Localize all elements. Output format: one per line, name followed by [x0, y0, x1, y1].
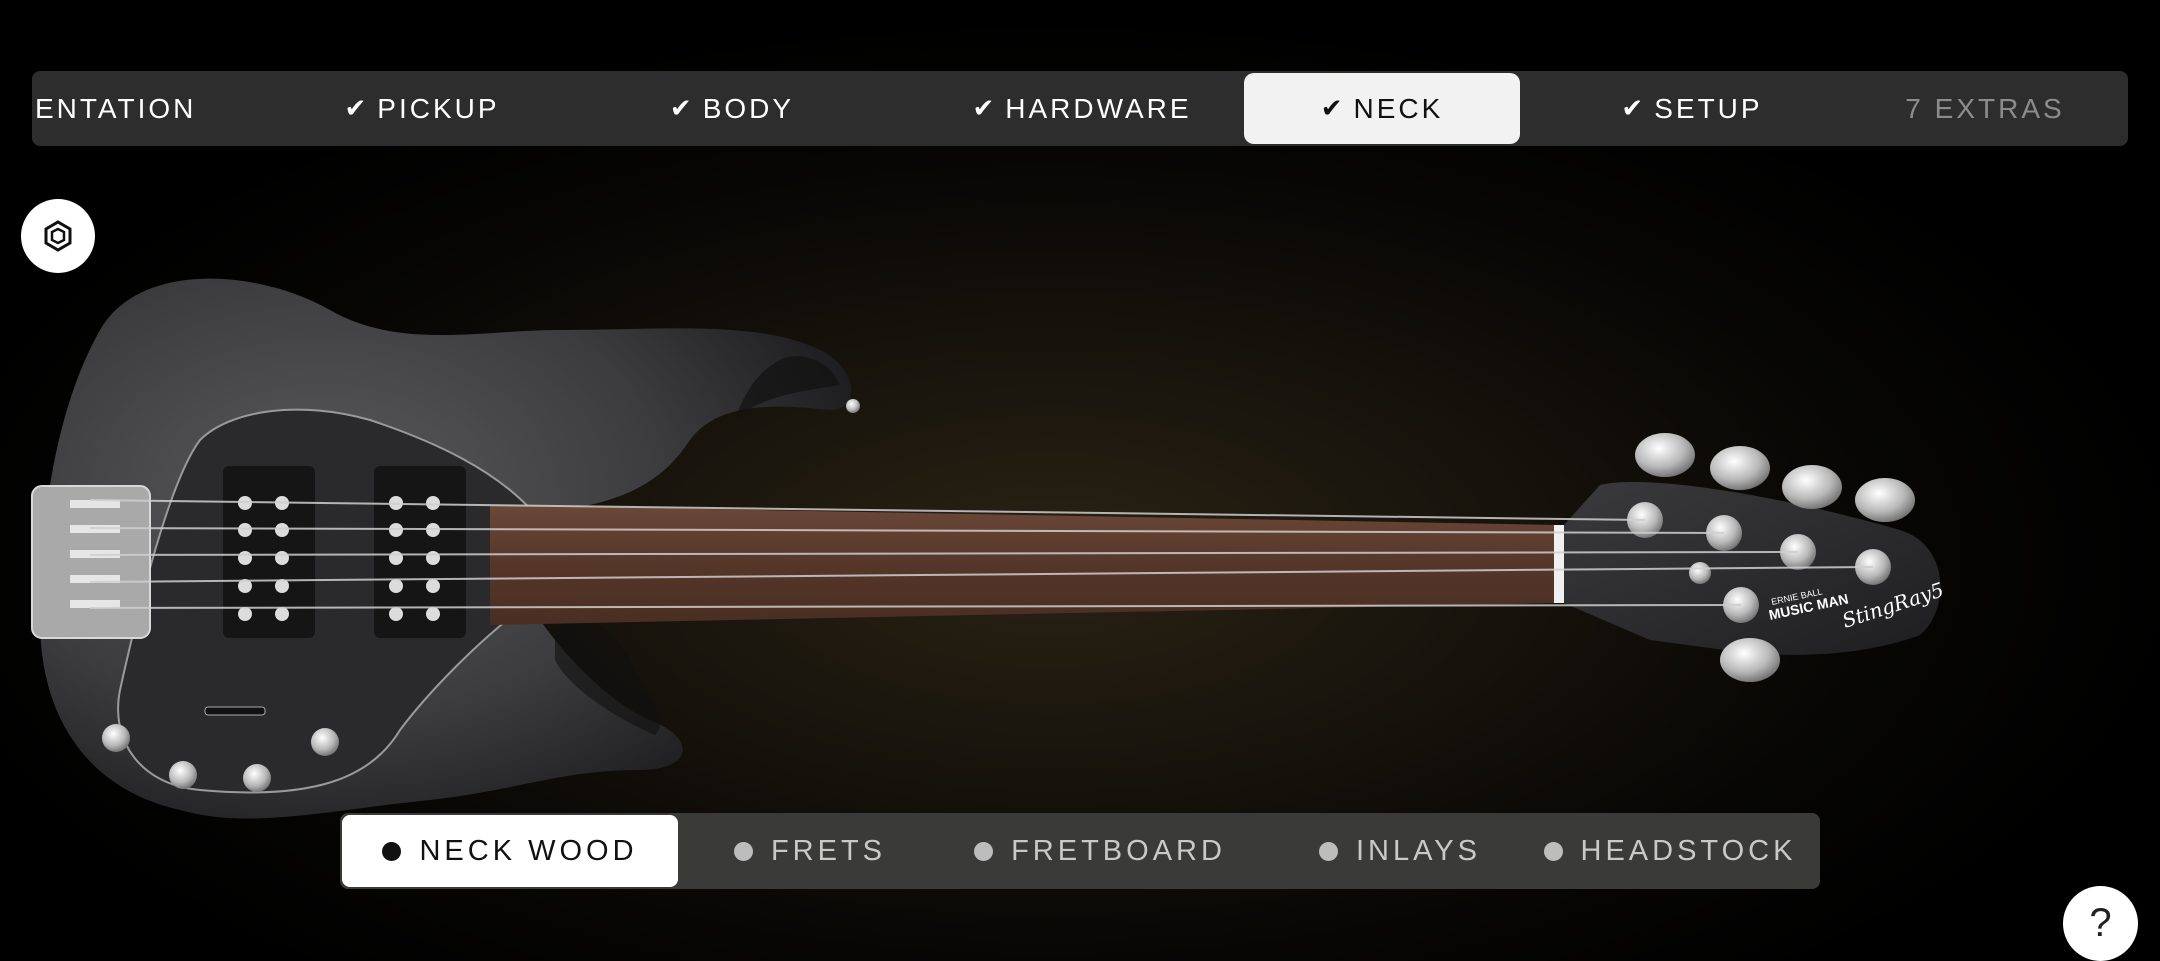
subtab-label: NECK WOOD [419, 834, 638, 867]
pickup-selector [204, 706, 266, 716]
tab-label: NECK [1353, 92, 1444, 124]
tab-label: PICKUP [377, 92, 500, 124]
tab-neck[interactable]: ✔ NECK [1244, 73, 1520, 144]
control-knob [102, 724, 130, 752]
tab-label: 7 EXTRAS [1905, 92, 2065, 124]
nut [1554, 525, 1564, 603]
tab-body[interactable]: ✔ BODY [612, 73, 852, 144]
configurator-step-nav: ENTATION ✔ PICKUP ✔ BODY ✔ HARDWARE ✔ NE… [32, 71, 2128, 146]
control-knob [311, 728, 339, 756]
bullet-icon [733, 841, 753, 861]
tab-label: ENTATION [35, 92, 197, 124]
bullet-icon [382, 841, 402, 861]
subtab-frets[interactable]: FRETS [710, 815, 910, 887]
ar-cube-icon [44, 220, 72, 252]
ar-view-button[interactable] [21, 199, 95, 273]
check-icon: ✔ [669, 93, 695, 123]
subtab-label: HEADSTOCK [1580, 834, 1797, 867]
bridge [31, 485, 151, 639]
control-knob [169, 761, 197, 789]
subtab-label: FRETS [770, 834, 887, 867]
tab-label: BODY [702, 92, 795, 124]
subtab-label: INLAYS [1355, 834, 1481, 867]
subtab-label: FRETBOARD [1011, 834, 1226, 867]
check-icon: ✔ [1320, 93, 1346, 123]
tab-label: HARDWARE [1005, 92, 1192, 124]
help-button[interactable]: ? [2063, 886, 2138, 961]
subtab-headstock[interactable]: HEADSTOCK [1520, 815, 1820, 887]
check-icon: ✔ [344, 93, 370, 123]
pickup-neck [374, 466, 466, 638]
subtab-fretboard[interactable]: FRETBOARD [940, 815, 1260, 887]
check-icon: ✔ [972, 93, 998, 123]
tab-pickup[interactable]: ✔ PICKUP [292, 73, 552, 144]
bullet-icon [974, 841, 994, 861]
tab-extras[interactable]: 7 EXTRAS [1842, 73, 2128, 144]
tab-orientation[interactable]: ENTATION [32, 73, 262, 144]
check-icon: ✔ [1621, 93, 1647, 123]
neck-options-nav: NECK WOOD FRETS FRETBOARD INLAYS HEADSTO… [340, 813, 1820, 889]
question-icon: ? [2089, 901, 2112, 945]
pickup-bridge [223, 466, 315, 638]
bullet-icon [1543, 841, 1563, 861]
bullet-icon [1318, 841, 1338, 861]
tab-label: SETUP [1654, 92, 1763, 124]
subtab-neck-wood[interactable]: NECK WOOD [342, 815, 678, 887]
tab-setup[interactable]: ✔ SETUP [1532, 73, 1852, 144]
subtab-inlays[interactable]: INLAYS [1270, 815, 1530, 887]
tab-hardware[interactable]: ✔ HARDWARE [912, 73, 1252, 144]
control-knob [243, 764, 271, 792]
